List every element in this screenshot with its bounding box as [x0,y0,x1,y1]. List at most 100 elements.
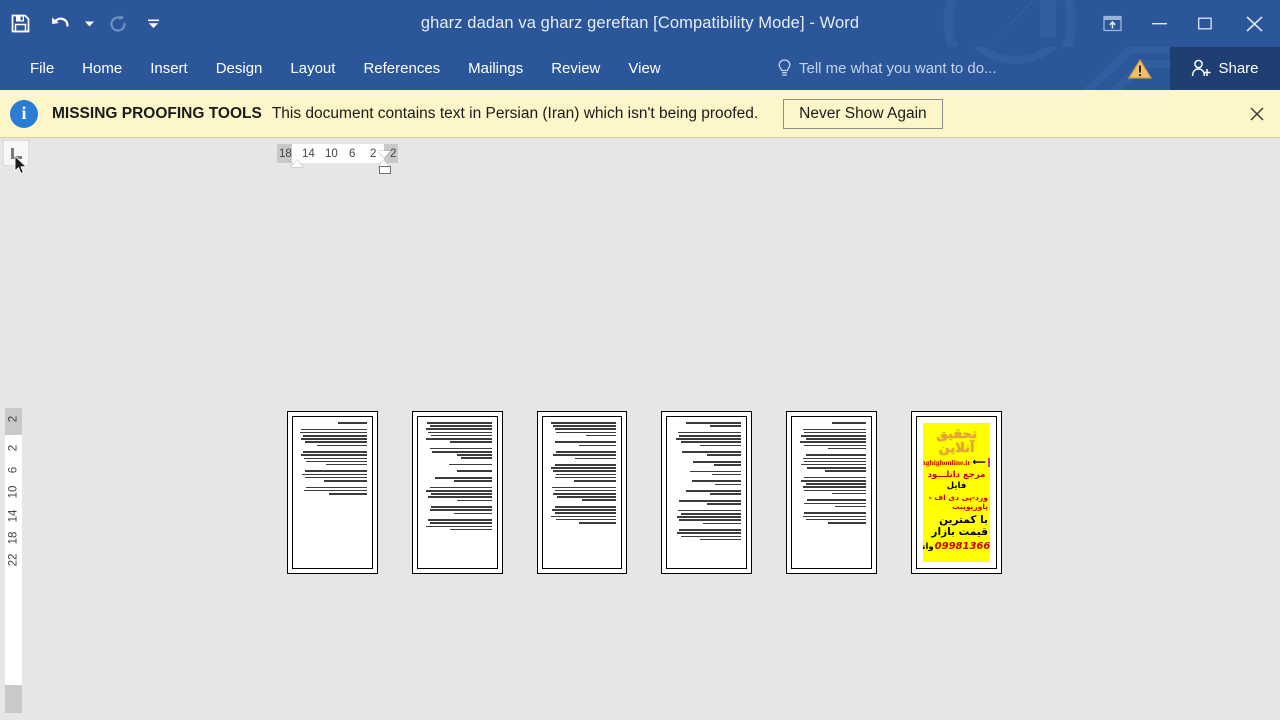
save-button[interactable] [0,5,40,43]
text-line [425,428,492,430]
tab-mailings[interactable]: Mailings [454,47,537,90]
text-line [703,522,742,525]
page-thumbnail-advertisement[interactable]: تحقیق آنلاین Tahghighonline.ir ⟵ مرجع دا… [911,411,1002,574]
paragraph [423,506,492,515]
ruler-number: 18 [279,147,292,160]
tab-label: File [30,60,55,77]
advertisement-content: تحقیق آنلاین Tahghighonline.ir ⟵ مرجع دا… [923,423,990,562]
text-line [680,441,742,443]
text-line [828,447,867,450]
chevron-down-icon [84,21,94,26]
ad-url-text: Tahghighonline.ir [923,458,971,468]
page-thumbnail[interactable] [786,411,878,574]
paragraph [672,422,742,427]
text-line [828,521,867,524]
ribbon-display-options-button[interactable] [1088,0,1136,47]
page-thumbnail[interactable] [287,411,378,574]
text-line [712,473,742,476]
never-show-again-button[interactable]: Never Show Again [783,98,943,129]
tab-design[interactable]: Design [202,47,277,90]
paragraph [672,460,742,466]
paragraph [298,470,367,482]
text-line [304,470,367,473]
tab-references[interactable]: References [349,47,454,90]
tab-layout[interactable]: Layout [276,47,349,90]
tab-home[interactable]: Home [68,47,136,90]
text-line [551,486,617,489]
text-line [691,480,742,483]
tell-me-search[interactable]: Tell me what you want to do... [778,47,997,90]
text-line [805,483,867,485]
paragraph [423,519,492,531]
ruler-number: 6 [349,147,356,160]
share-button[interactable]: Share [1170,47,1280,90]
proofing-warning-icon-button[interactable] [1128,47,1152,90]
tab-label: Mailings [468,60,524,77]
text-line [804,502,867,505]
horizontal-ruler[interactable]: 18 14 10 6 2 2 [0,138,1280,174]
close-button[interactable] [1228,0,1280,47]
text-line [575,457,617,460]
document-work-area: 18 14 10 6 2 2 2 2 6 10 14 18 22 تحقیق آ… [0,138,1280,720]
ad-logo-text: تحقیق آنلاین [936,427,977,456]
tab-review[interactable]: Review [537,47,614,90]
text-line [432,450,492,453]
close-icon [1250,106,1264,121]
paragraph [797,422,867,424]
restore-button[interactable] [1182,0,1228,47]
text-line [457,454,492,456]
text-line [706,454,742,456]
paragraph [797,428,867,450]
undo-dropdown-button[interactable] [80,5,98,43]
text-line [435,477,492,479]
ad-line-2: فایل [946,481,967,492]
paragraph [797,476,867,495]
text-line [800,480,867,482]
save-icon [11,14,29,33]
text-line [426,437,492,440]
ribbon-tabs: File Home Insert Design Layout Reference… [16,47,675,90]
page-thumbnail[interactable] [411,411,503,574]
text-line [679,434,742,437]
text-line [713,464,742,466]
paragraph [423,422,492,443]
text-line [431,493,492,495]
text-line [426,422,492,424]
text-line [802,428,867,431]
text-line [553,425,617,427]
page-thumbnail[interactable] [536,411,628,574]
page-thumbnail[interactable] [661,411,753,574]
tab-label: Design [215,60,263,77]
text-line [431,506,492,508]
vertical-ruler[interactable]: 2 2 6 10 14 18 22 [5,408,22,713]
text-line [429,447,492,450]
text-line [557,496,617,498]
undo-button[interactable] [40,5,80,43]
customize-qat-button[interactable] [138,5,168,43]
message-bar-close-button[interactable] [1246,103,1268,125]
text-line [680,535,742,538]
tab-insert[interactable]: Insert [136,47,202,90]
redo-button[interactable] [98,5,138,43]
text-line [710,425,742,427]
vertical-ruler-bottom-margin [5,685,22,713]
text-line [429,425,492,427]
text-line [824,470,867,472]
hanging-indent-marker-top[interactable] [378,151,390,158]
text-line [585,434,617,437]
tab-label: View [628,60,661,77]
paragraph [672,509,742,525]
text-line [453,480,492,482]
tab-view[interactable]: View [614,47,674,90]
tab-label: References [363,60,441,77]
text-line [302,451,367,453]
page-content [423,422,492,563]
left-indent-marker[interactable] [379,166,391,174]
minimize-button[interactable] [1136,0,1182,47]
tab-file[interactable]: File [16,47,68,90]
text-line [453,512,492,515]
paragraph [797,512,867,524]
text-line [303,489,367,492]
text-line [805,454,867,456]
first-line-indent-marker[interactable] [291,160,303,167]
